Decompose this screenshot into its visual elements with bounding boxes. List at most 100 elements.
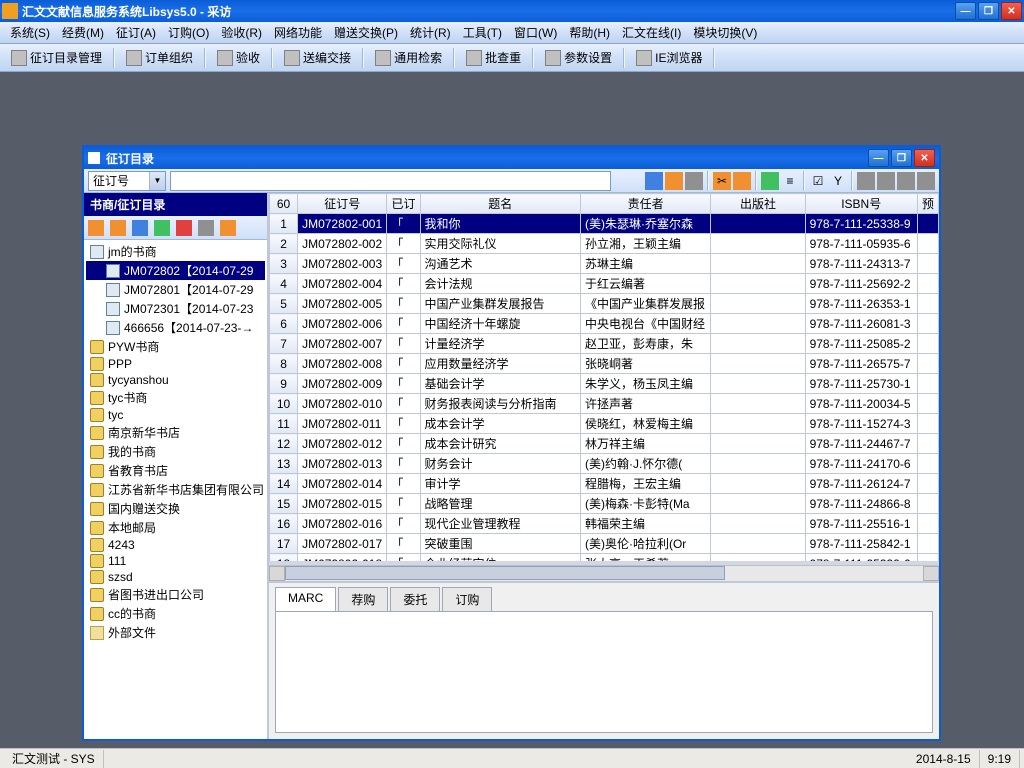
tree-item[interactable]: 4243 (86, 537, 265, 553)
tree-item[interactable]: 466656【2014-07-23-→ (86, 318, 265, 337)
table-row[interactable]: 6JM072802-006「中国经济十年螺旋中央电视台《中国财经978-7-11… (270, 314, 939, 334)
search-field-combo[interactable]: ▼ (88, 171, 166, 191)
table-row[interactable]: 13JM072802-013「财务会计(美)约翰·J.怀尔德(978-7-111… (270, 454, 939, 474)
menu-item[interactable]: 统计(R) (404, 22, 457, 43)
table-row[interactable]: 18JM072802-018「企业经营定位张大亮，王希著978-7-111-25… (270, 554, 939, 566)
tree-item[interactable]: PYW书商 (86, 337, 265, 356)
folder-icon[interactable] (110, 220, 126, 236)
toolbar-button[interactable]: 订单组织 (119, 46, 200, 69)
menu-item[interactable]: 系统(S) (4, 22, 56, 43)
search-input[interactable] (170, 171, 611, 191)
child-maximize-button[interactable]: ❐ (891, 149, 912, 167)
props-icon[interactable] (198, 220, 214, 236)
save-icon[interactable] (685, 172, 703, 190)
copy-icon[interactable] (733, 172, 751, 190)
toolbar-button[interactable]: 通用检索 (368, 46, 449, 69)
tree-item[interactable]: cc的书商 (86, 604, 265, 623)
tree-item[interactable]: 南京新华书店 (86, 423, 265, 442)
detail-tab[interactable]: 荐购 (338, 587, 388, 611)
tree-item[interactable]: 江苏省新华书店集团有限公司 (86, 480, 265, 499)
tree-item[interactable]: 我的书商 (86, 442, 265, 461)
menu-item[interactable]: 经费(M) (56, 22, 110, 43)
grid-header[interactable]: 责任者 (580, 194, 710, 214)
toolbar-button[interactable]: 征订目录管理 (4, 46, 109, 69)
table-row[interactable]: 2JM072802-002「实用交际礼仪孙立湘，王颖主编978-7-111-05… (270, 234, 939, 254)
tree-item[interactable]: tyc书商 (86, 388, 265, 407)
chevron-down-icon[interactable]: ▼ (149, 172, 165, 190)
list-icon[interactable] (761, 172, 779, 190)
tree-item[interactable]: tyc (86, 407, 265, 423)
tree-item[interactable]: 外部文件 (86, 623, 265, 642)
table-row[interactable]: 9JM072802-009「基础会计学朱学义，杨玉凤主编978-7-111-25… (270, 374, 939, 394)
menu-item[interactable]: 订购(O) (162, 22, 215, 43)
tree-list[interactable]: jm的书商JM072802【2014-07-29JM072801【2014-07… (84, 240, 267, 739)
table-row[interactable]: 12JM072802-012「成本会计研究林万祥主编978-7-111-2446… (270, 434, 939, 454)
minimize-button[interactable]: — (955, 2, 976, 20)
menu-item[interactable]: 工具(T) (457, 22, 508, 43)
table-row[interactable]: 14JM072802-014「审计学程腊梅，王宏主编978-7-111-2612… (270, 474, 939, 494)
tree-item[interactable]: JM072801【2014-07-29 (86, 280, 265, 299)
delete-icon[interactable] (176, 220, 192, 236)
grid-header[interactable]: 预 (917, 194, 938, 214)
toolbar-button[interactable]: 验收 (210, 46, 267, 69)
menu-item[interactable]: 赠送交换(P) (328, 22, 404, 43)
tree-item[interactable]: 省教育书店 (86, 461, 265, 480)
toolbar-button[interactable]: 参数设置 (538, 46, 619, 69)
grid-scroll[interactable]: 60征订号已订题名责任者出版社ISBN号预 1JM072802-001「我和你(… (269, 193, 939, 565)
menu-item[interactable]: 帮助(H) (563, 22, 616, 43)
child-titlebar[interactable]: 征订目录 — ❐ ✕ (84, 147, 939, 169)
tool1-icon[interactable] (857, 172, 875, 190)
tree-item[interactable]: JM072301【2014-07-23 (86, 299, 265, 318)
horizontal-scrollbar[interactable] (269, 565, 939, 581)
menu-item[interactable]: 网络功能 (268, 22, 328, 43)
scroll-right-icon[interactable] (923, 566, 939, 581)
tree-item[interactable]: tycyanshou (86, 372, 265, 388)
tree-item[interactable]: szsd (86, 569, 265, 585)
table-row[interactable]: 17JM072802-017「突破重围(美)奥伦·哈拉利(Or978-7-111… (270, 534, 939, 554)
toolbar-button[interactable]: 批查重 (459, 46, 528, 69)
table-row[interactable]: 1JM072802-001「我和你(美)朱瑟琳·乔塞尔森978-7-111-25… (270, 214, 939, 234)
table-row[interactable]: 15JM072802-015「战略管理(美)梅森·卡彭特(Ma978-7-111… (270, 494, 939, 514)
menu-item[interactable]: 窗口(W) (508, 22, 563, 43)
cut-icon[interactable]: ✂ (713, 172, 731, 190)
grid-corner[interactable]: 60 (270, 194, 298, 214)
bullets-icon[interactable]: ≡ (781, 172, 799, 190)
combo-input[interactable] (89, 172, 149, 190)
scroll-left-icon[interactable] (269, 566, 285, 581)
detail-tab[interactable]: 订购 (442, 587, 492, 611)
tool4-icon[interactable] (917, 172, 935, 190)
menu-item[interactable]: 征订(A) (110, 22, 162, 43)
table-row[interactable]: 4JM072802-004「会计法规于红云编著978-7-111-25692-2 (270, 274, 939, 294)
tree-item[interactable]: jm的书商 (86, 242, 265, 261)
grid-header[interactable]: 征订号 (298, 194, 387, 214)
table-row[interactable]: 8JM072802-008「应用数量经济学张晓峒著978-7-111-26575… (270, 354, 939, 374)
tree-item[interactable]: PPP (86, 356, 265, 372)
menu-item[interactable]: 验收(R) (215, 22, 268, 43)
child-close-button[interactable]: ✕ (914, 149, 935, 167)
grid-header[interactable]: 题名 (420, 194, 580, 214)
tree-item[interactable]: 省图书进出口公司 (86, 585, 265, 604)
data-grid[interactable]: 60征订号已订题名责任者出版社ISBN号预 1JM072802-001「我和你(… (269, 193, 939, 565)
tree-item[interactable]: 111 (86, 553, 265, 569)
table-row[interactable]: 11JM072802-011「成本会计学侯晓红，林爱梅主编978-7-111-1… (270, 414, 939, 434)
child-minimize-button[interactable]: — (868, 149, 889, 167)
refresh-icon[interactable] (154, 220, 170, 236)
folder-open-icon[interactable] (88, 220, 104, 236)
tree-item[interactable]: 国内赠送交换 (86, 499, 265, 518)
menu-item[interactable]: 模块切换(V) (687, 22, 763, 43)
check-icon[interactable]: ☑ (809, 172, 827, 190)
detail-tab[interactable]: MARC (275, 587, 336, 611)
table-row[interactable]: 10JM072802-010「财务报表阅读与分析指南许拯声著978-7-111-… (270, 394, 939, 414)
open-icon[interactable] (665, 172, 683, 190)
grid-header[interactable]: 出版社 (711, 194, 805, 214)
close-button[interactable]: ✕ (1001, 2, 1022, 20)
table-row[interactable]: 16JM072802-016「现代企业管理教程韩福荣主编978-7-111-25… (270, 514, 939, 534)
menu-item[interactable]: 汇文在线(I) (616, 22, 687, 43)
tool3-icon[interactable] (897, 172, 915, 190)
grid-header[interactable]: ISBN号 (805, 194, 917, 214)
table-row[interactable]: 5JM072802-005「中国产业集群发展报告《中国产业集群发展报978-7-… (270, 294, 939, 314)
maximize-button[interactable]: ❐ (978, 2, 999, 20)
table-row[interactable]: 3JM072802-003「沟通艺术苏琳主编978-7-111-24313-7 (270, 254, 939, 274)
toolbar-button[interactable]: 送编交接 (277, 46, 358, 69)
toolbar-button[interactable]: IE浏览器 (629, 46, 709, 69)
